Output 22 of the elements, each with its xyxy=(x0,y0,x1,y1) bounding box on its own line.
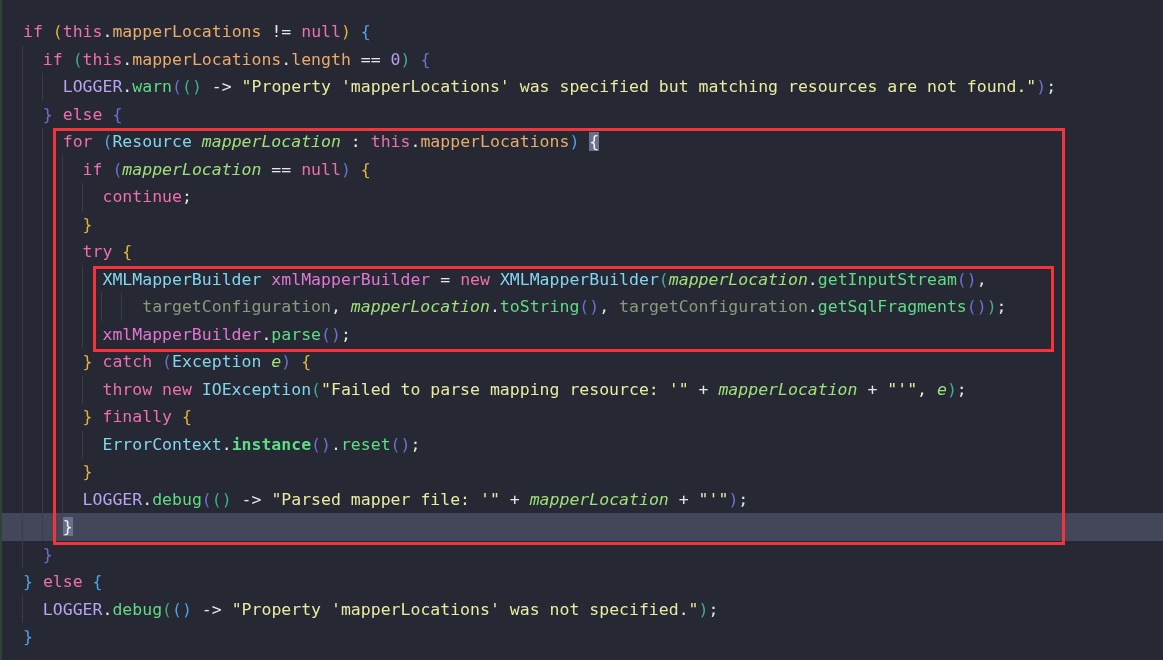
code-line: for (Resource mapperLocation : this.mapperLocations) { xyxy=(2,128,1163,156)
code-line: if (this.mapperLocations != null) { xyxy=(22,21,372,43)
code-line: throw new IOException("Failed to parse mapping resource: '" + mapperLocation + "'", e); xyxy=(2,375,1163,403)
code-line: LOGGER.debug(() -> "Property 'mapperLocations' was not specified."); xyxy=(2,595,1163,623)
code-line: targetConfiguration, mapperLocation.toString(), targetConfiguration.getSqlFragments()); xyxy=(2,293,1163,321)
code-line: } xyxy=(2,210,1163,238)
code-line: } else { xyxy=(22,571,104,593)
code-line: } else { xyxy=(2,100,1163,128)
code-line: } catch (Exception e) { xyxy=(2,348,1163,376)
code-line: if (mapperLocation == null) { xyxy=(2,155,1163,183)
code-line: } xyxy=(2,458,1163,486)
code-line: try { xyxy=(2,238,1163,266)
code-line: } finally { xyxy=(2,403,1163,431)
code-line: } xyxy=(22,626,34,648)
code-line: LOGGER.warn(() -> "Property 'mapperLocations' was specified but matching resources are not found."); xyxy=(2,73,1163,101)
code-line: if (this.mapperLocations.length == 0) { xyxy=(2,45,1163,73)
code-line: XMLMapperBuilder xmlMapperBuilder = new XMLMapperBuilder(mapperLocation.getInputStream(), xyxy=(2,265,1163,293)
code-line: LOGGER.debug(() -> "Parsed mapper file: '" + mapperLocation + "'"); xyxy=(2,485,1163,513)
code-line: continue; xyxy=(2,183,1163,211)
code-line: } xyxy=(2,540,1163,568)
code-line: xmlMapperBuilder.parse(); xyxy=(2,320,1163,348)
code-line: ErrorContext.instance().reset(); xyxy=(2,430,1163,458)
